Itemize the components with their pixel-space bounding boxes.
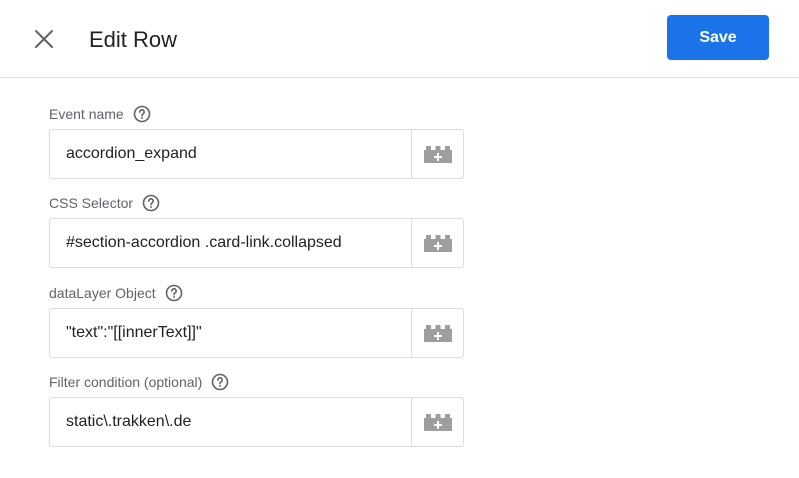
close-icon bbox=[35, 30, 53, 48]
css-selector-input[interactable] bbox=[50, 219, 411, 267]
add-variable-icon bbox=[423, 325, 452, 342]
event-name-field-row bbox=[49, 129, 464, 179]
filter-condition-field-row bbox=[49, 397, 464, 447]
filter-condition-label: Filter condition (optional) bbox=[49, 372, 229, 392]
add-variable-icon bbox=[423, 235, 452, 252]
event-name-variable-button[interactable] bbox=[411, 130, 463, 178]
datalayer-object-variable-button[interactable] bbox=[411, 309, 463, 357]
add-variable-icon bbox=[423, 414, 452, 431]
css-selector-label: CSS Selector bbox=[49, 193, 160, 213]
add-variable-icon bbox=[423, 146, 452, 163]
filter-condition-input[interactable] bbox=[50, 398, 411, 446]
help-circle-icon[interactable] bbox=[211, 373, 229, 391]
event-name-input[interactable] bbox=[50, 130, 411, 178]
page-title: Edit Row bbox=[89, 27, 178, 52]
help-circle-icon[interactable] bbox=[142, 194, 160, 212]
css-selector-field-row bbox=[49, 218, 464, 268]
css-selector-variable-button[interactable] bbox=[411, 219, 463, 267]
datalayer-object-input[interactable] bbox=[50, 309, 411, 357]
help-circle-icon[interactable] bbox=[165, 284, 183, 302]
help-circle-icon[interactable] bbox=[133, 105, 151, 123]
close-button[interactable] bbox=[28, 23, 60, 55]
datalayer-object-field-row bbox=[49, 308, 464, 358]
datalayer-object-label: dataLayer Object bbox=[49, 283, 183, 303]
dialog-header: Edit Row Save bbox=[0, 0, 799, 78]
save-button[interactable]: Save bbox=[667, 15, 769, 60]
event-name-label: Event name bbox=[49, 104, 151, 124]
filter-condition-variable-button[interactable] bbox=[411, 398, 463, 446]
